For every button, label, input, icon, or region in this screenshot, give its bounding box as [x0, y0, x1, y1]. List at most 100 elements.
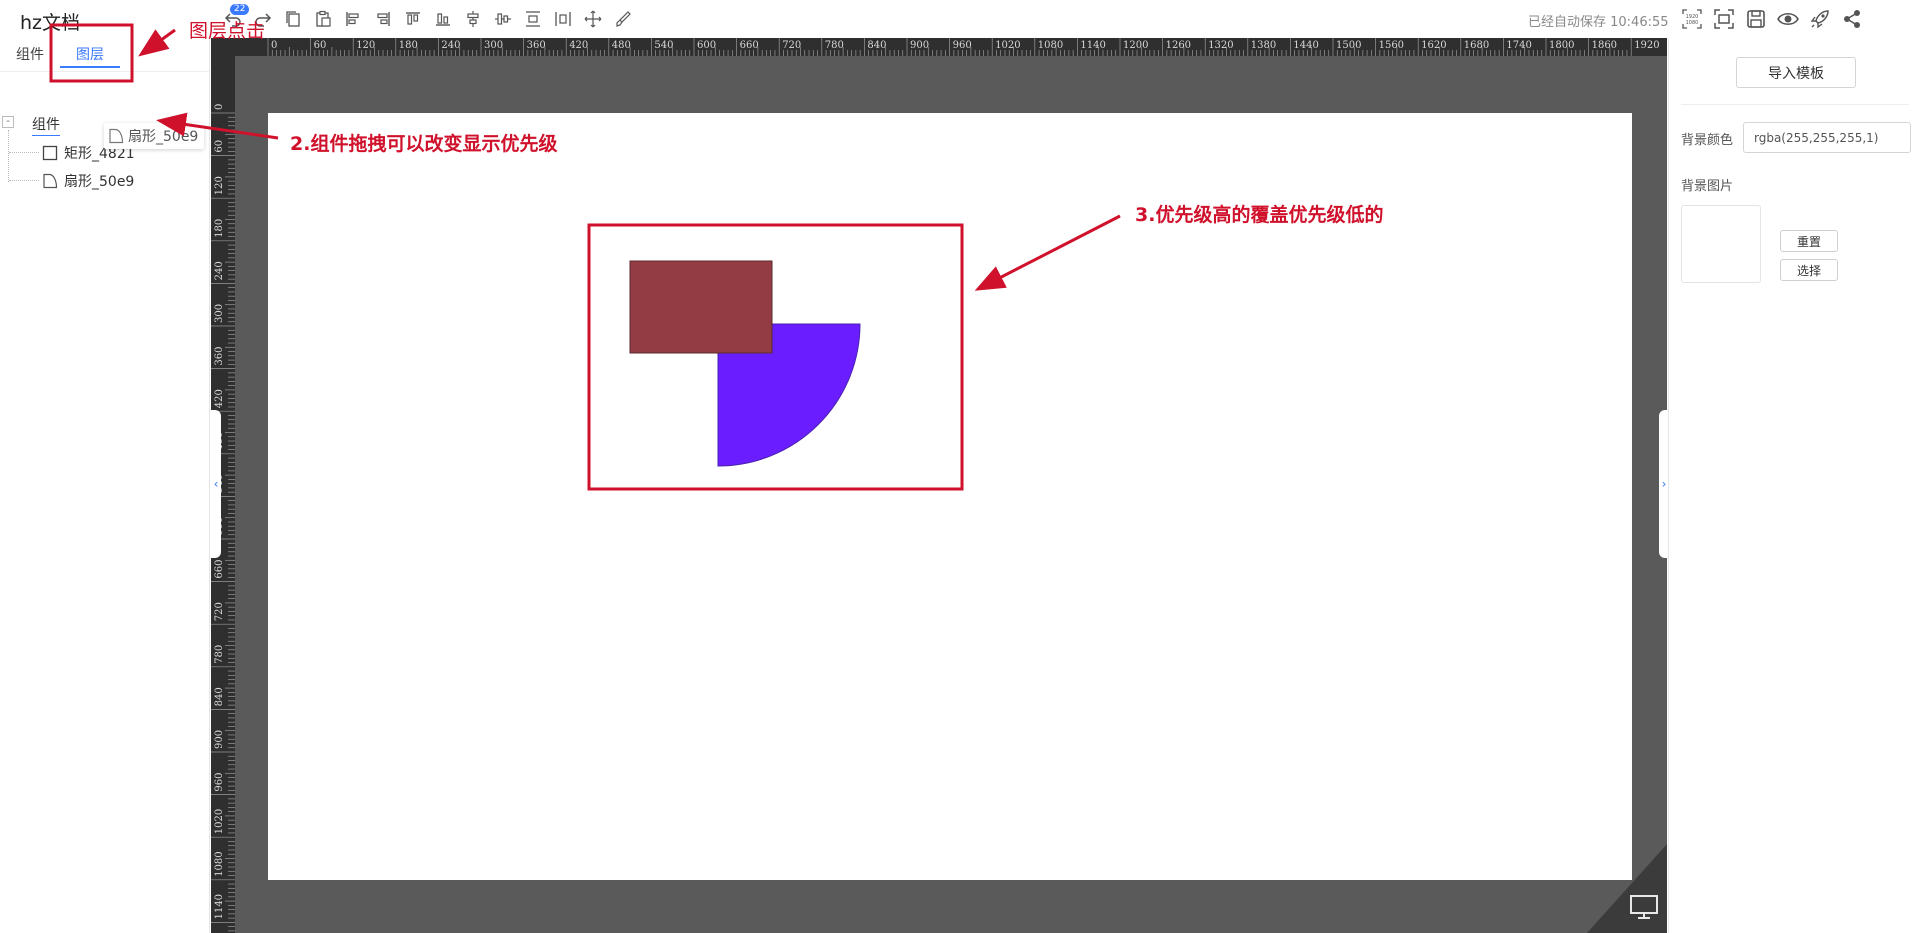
- ruler-label: 960: [214, 773, 225, 792]
- ruler-label: 300: [484, 40, 503, 51]
- import-template-button[interactable]: 导入模板: [1736, 57, 1856, 88]
- distribute-h-icon: [555, 12, 571, 26]
- ruler-label: 780: [214, 645, 225, 664]
- ruler-label: 1500: [1336, 40, 1361, 51]
- app-root: hz文档 22 已经自动保存 10:46:55 1920 1080 组件 图层 …: [0, 0, 1920, 933]
- align-right-button[interactable]: [368, 6, 398, 32]
- ruler-label: 1680: [1464, 40, 1489, 51]
- ruler-label: 0: [214, 104, 225, 110]
- align-hcenter-icon: [495, 13, 511, 25]
- sector-icon: [108, 128, 124, 144]
- distribute-v-icon: [526, 11, 540, 27]
- ruler-label: 1860: [1592, 40, 1617, 51]
- ruler-label: 1320: [1208, 40, 1233, 51]
- reset-button[interactable]: 重置: [1780, 230, 1838, 252]
- undo-button[interactable]: 22: [218, 4, 250, 32]
- ruler-label: 720: [214, 602, 225, 621]
- right-panel: 导入模板 背景颜色 背景图片 重置 选择: [1668, 38, 1920, 933]
- ruler-label: 1080: [214, 851, 225, 876]
- ruler-label: 1140: [214, 894, 225, 919]
- canvas-area[interactable]: 0 60 120 180 240 300 360 420 480 540 600 660 720 780 8…: [211, 38, 1667, 933]
- ruler-label: 960: [953, 40, 972, 51]
- rectangle-shape[interactable]: [629, 260, 773, 354]
- chevron-left-icon: ‹: [213, 477, 219, 491]
- move-button[interactable]: [578, 6, 608, 32]
- ruler-label: 60: [314, 40, 327, 51]
- align-hcenter-button[interactable]: [488, 6, 518, 32]
- distribute-horizontal-button[interactable]: [548, 6, 578, 32]
- ruler-label: 420: [569, 40, 588, 51]
- ruler-label: 900: [910, 40, 929, 51]
- preview-eye-icon: [1777, 12, 1799, 26]
- ruler-label: 1380: [1251, 40, 1276, 51]
- ruler-label: 780: [825, 40, 844, 51]
- ruler-label: 1920: [1634, 40, 1659, 51]
- tab-layers[interactable]: 图层: [76, 44, 104, 64]
- choose-image-button[interactable]: 选择: [1780, 259, 1838, 281]
- ruler-label: 360: [527, 40, 546, 51]
- share-button[interactable]: [1836, 6, 1868, 32]
- ruler-label: 1740: [1506, 40, 1531, 51]
- ruler-label: 240: [441, 40, 460, 51]
- ruler-horizontal-ticks: 0 60 120 180 240 300 360 420 480 540 600 660 720 780 8…: [267, 38, 1660, 56]
- ruler-label: 1020: [214, 809, 225, 834]
- distribute-vertical-button[interactable]: [518, 6, 548, 32]
- paste-button[interactable]: [308, 6, 338, 32]
- ruler-label: 300: [214, 304, 225, 323]
- artboard-shapes: [629, 260, 861, 467]
- fit-screen-button[interactable]: [1708, 6, 1740, 32]
- brush-button[interactable]: [608, 6, 638, 32]
- redo-button[interactable]: [248, 6, 278, 32]
- sector-icon: [42, 173, 58, 189]
- background-image-preview[interactable]: [1681, 205, 1761, 283]
- align-bottom-icon: [436, 13, 450, 26]
- align-vcenter-button[interactable]: [458, 6, 488, 32]
- brush-icon: [616, 11, 631, 27]
- svg-text:1080: 1080: [1686, 20, 1699, 26]
- ruler-label: 1560: [1379, 40, 1404, 51]
- layer-item-sector[interactable]: 扇形_50e9: [42, 171, 134, 191]
- copy-button[interactable]: [278, 6, 308, 32]
- ruler-label: 600: [697, 40, 716, 51]
- collapse-right-panel-handle[interactable]: ›: [1659, 410, 1667, 558]
- align-left-button[interactable]: [338, 6, 368, 32]
- resolution-icon: 1920 1080: [1682, 9, 1702, 29]
- active-tab-indicator: [60, 66, 120, 68]
- align-bottom-button[interactable]: [428, 6, 458, 32]
- drag-ghost-item[interactable]: 扇形_50e9: [104, 123, 205, 149]
- undo-count-badge: 22: [230, 4, 250, 15]
- layer-item-label: 扇形_50e9: [64, 174, 135, 190]
- tree-connector: [9, 152, 39, 153]
- artboard[interactable]: [268, 113, 1632, 880]
- drag-ghost-label: 扇形_50e9: [128, 129, 199, 145]
- ruler-label: 0: [271, 40, 277, 51]
- tree-root-node[interactable]: 组件: [32, 114, 60, 136]
- move-icon: [584, 10, 602, 28]
- ruler-label: 480: [612, 40, 631, 51]
- ruler-label: 1200: [1123, 40, 1148, 51]
- background-color-input[interactable]: [1743, 122, 1911, 153]
- publish-button[interactable]: [1804, 6, 1836, 32]
- right-toolbar: 1920 1080: [1676, 6, 1868, 32]
- copy-icon: [286, 11, 300, 27]
- background-color-label: 背景颜色: [1681, 133, 1734, 148]
- autosave-status: 已经自动保存 10:46:55: [1528, 15, 1669, 30]
- resolution-button[interactable]: 1920 1080: [1676, 6, 1708, 32]
- background-image-label: 背景图片: [1681, 179, 1734, 194]
- ruler-label: 120: [214, 176, 225, 195]
- screen-preview-button[interactable]: [1629, 894, 1659, 920]
- tree-collapse-toggle[interactable]: -: [2, 116, 14, 128]
- align-top-button[interactable]: [398, 6, 428, 32]
- app-title: hz文档: [20, 12, 81, 34]
- tree-connector: [8, 130, 9, 182]
- collapse-left-panel-handle[interactable]: ‹: [211, 410, 221, 558]
- tab-components[interactable]: 组件: [16, 44, 44, 64]
- save-button[interactable]: [1740, 6, 1772, 32]
- preview-button[interactable]: [1772, 6, 1804, 32]
- ruler-horizontal: 0 60 120 180 240 300 360 420 480 540 600 660 720 780 8…: [211, 38, 1667, 56]
- ruler-label: 60: [214, 140, 225, 153]
- paste-icon: [316, 10, 331, 27]
- align-right-icon: [377, 12, 390, 26]
- redo-icon: [255, 13, 272, 27]
- ruler-label: 1440: [1293, 40, 1318, 51]
